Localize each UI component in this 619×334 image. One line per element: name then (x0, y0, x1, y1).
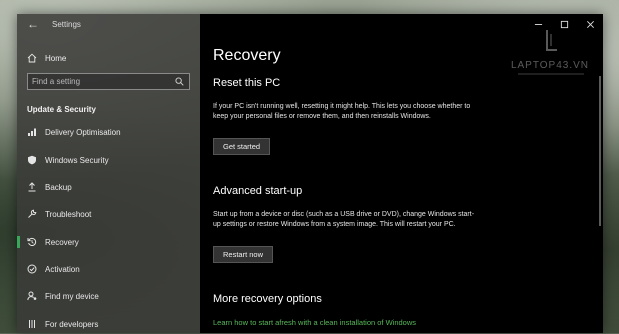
activation-icon (27, 264, 37, 274)
sidebar-item-label: Find my device (45, 291, 99, 301)
sidebar-item-backup[interactable]: Backup (17, 177, 200, 197)
selection-indicator (17, 236, 20, 248)
backup-icon (27, 182, 37, 192)
reset-heading: Reset this PC (213, 77, 281, 89)
sidebar-item-delivery-optimisation[interactable]: Delivery Optimisation (17, 122, 200, 142)
sidebar-item-label: Troubleshoot (45, 209, 92, 219)
watermark-logo-icon (546, 30, 557, 51)
advanced-heading: Advanced start-up (213, 185, 303, 197)
sidebar-item-recovery[interactable]: Recovery (17, 232, 200, 252)
search-input[interactable] (32, 75, 172, 88)
back-arrow-icon[interactable]: ← (27, 17, 39, 31)
person-location-icon (27, 291, 37, 301)
watermark-underline (518, 73, 584, 75)
app-title: Settings (52, 20, 81, 29)
page-title: Recovery (213, 47, 281, 64)
sidebar-item-label: Delivery Optimisation (45, 127, 121, 137)
watermark: LAPTOP43.VN (500, 28, 610, 78)
reset-description: If your PC isn't running well, resetting… (213, 103, 471, 120)
wrench-icon (27, 209, 37, 219)
sidebar-item-label: Windows Security (45, 155, 109, 165)
search-box[interactable] (27, 73, 190, 90)
developer-icon (27, 319, 37, 329)
sidebar-item-label: Recovery (45, 237, 79, 247)
sidebar-item-find-my-device[interactable]: Find my device (17, 286, 200, 306)
get-started-button[interactable]: Get started (213, 138, 271, 155)
search-icon[interactable] (175, 77, 184, 86)
sidebar-item-label: Backup (45, 182, 72, 192)
sidebar-item-troubleshoot[interactable]: Troubleshoot (17, 204, 200, 224)
sidebar-item-for-developers[interactable]: For developers (17, 314, 200, 334)
advanced-description: Start up from a device or disc (such as … (213, 211, 475, 228)
restart-now-button[interactable]: Restart now (213, 246, 274, 263)
home-nav-item[interactable]: Home (27, 51, 66, 65)
clean-install-link[interactable]: Learn how to start afresh with a clean i… (213, 318, 416, 327)
sidebar-item-activation[interactable]: Activation (17, 259, 200, 279)
sidebar-item-windows-security[interactable]: Windows Security (17, 150, 200, 170)
scrollbar[interactable] (599, 76, 601, 226)
more-options-heading: More recovery options (213, 293, 322, 305)
sidebar-item-label: Activation (45, 264, 80, 274)
titlebar: ← Settings (17, 14, 200, 36)
home-icon (27, 53, 37, 63)
home-label: Home (45, 53, 67, 63)
settings-sidebar: ← Settings Home Update & Security Delive… (17, 14, 200, 333)
recovery-icon (27, 237, 37, 247)
delivery-optimisation-icon (27, 127, 37, 137)
watermark-text: LAPTOP43.VN (510, 60, 590, 71)
section-title: Update & Security (27, 105, 96, 114)
shield-icon (27, 155, 37, 165)
sidebar-item-label: For developers (45, 319, 99, 329)
